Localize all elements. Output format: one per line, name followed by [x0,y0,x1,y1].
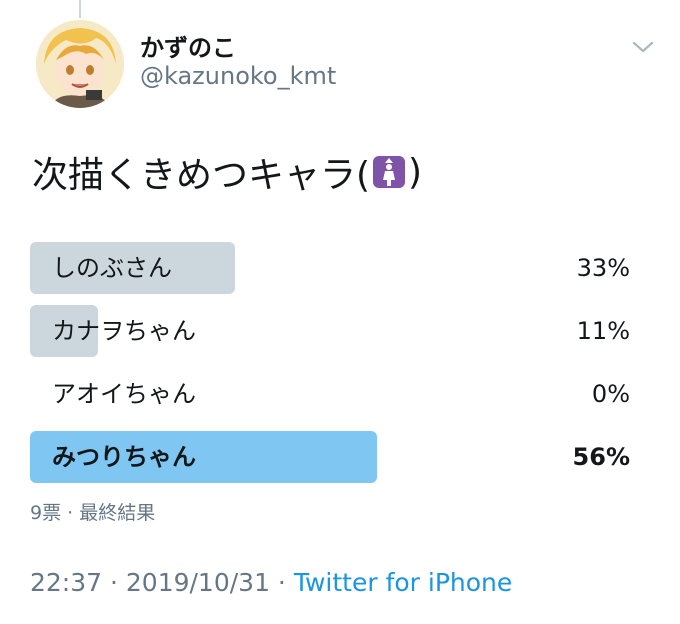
poll-option-label: カナヲちゃん [52,317,196,345]
user-handle[interactable]: @kazunoko_kmt [140,62,336,90]
poll-vote-count: 9票 · 最終結果 [30,502,156,524]
tweet-text: 次描くきめつキャラ( ) [32,146,422,198]
tweet-text-body: 次描くきめつキャラ( [32,155,371,196]
poll: しのぶさん 33% カナヲちゃん 11% アオイちゃん 0% みつりちゃん 56… [30,240,630,492]
tweet-text-close: ) [408,151,423,193]
avatar-illustration [36,20,124,108]
avatar[interactable] [36,20,124,108]
poll-option-percent: 0% [591,380,630,408]
tweet-time-date[interactable]: 22:37 · 2019/10/31 · [30,568,294,597]
poll-option-aoi[interactable]: アオイちゃん 0% [30,366,630,422]
womens-restroom-emoji-icon [372,155,406,189]
source-link[interactable]: Twitter for iPhone [294,568,512,597]
poll-option-label: しのぶさん [52,254,172,282]
poll-option-mitsuri[interactable]: みつりちゃん 56% [30,429,630,485]
poll-option-shinobu[interactable]: しのぶさん 33% [30,240,630,296]
display-name[interactable]: かずのこ [140,28,236,63]
poll-option-percent: 56% [572,443,630,471]
chevron-down-icon[interactable] [628,34,658,58]
poll-option-percent: 11% [576,317,630,345]
poll-option-label: アオイちゃん [52,380,196,408]
poll-option-label: みつりちゃん [52,443,196,471]
poll-option-kanao[interactable]: カナヲちゃん 11% [30,303,630,359]
tweet-timestamp: 22:37 · 2019/10/31 · Twitter for iPhone [30,568,512,597]
poll-option-percent: 33% [576,254,630,282]
thread-connector-line [79,0,81,18]
